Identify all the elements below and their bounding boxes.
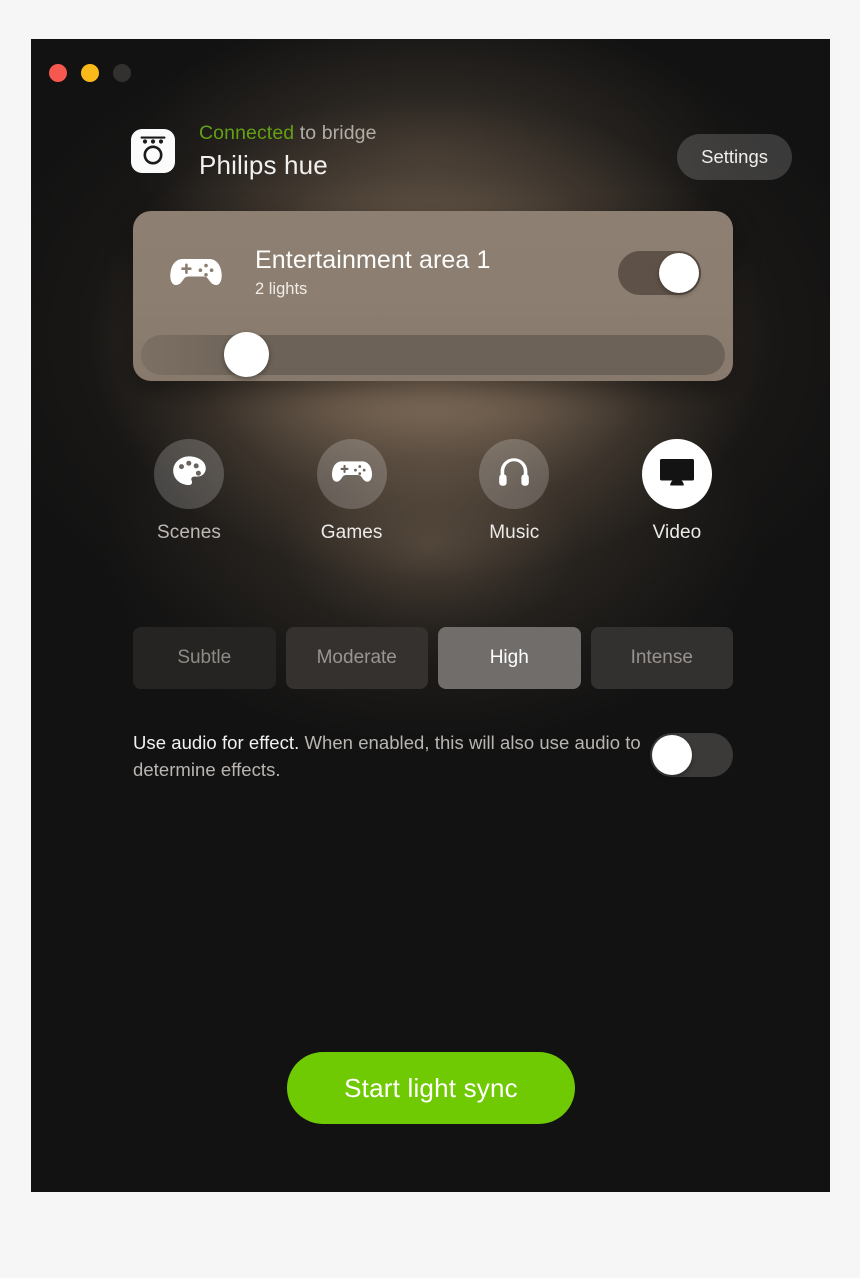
intensity-option-intense[interactable]: Intense <box>590 627 733 689</box>
mode-circle-music <box>479 439 550 509</box>
entertainment-area-card[interactable]: Entertainment area 1 2 lights <box>133 211 733 381</box>
intensity-option-moderate[interactable]: Moderate <box>285 627 428 689</box>
audio-option-title: Use audio for effect. <box>133 732 300 753</box>
mode-item-video[interactable]: Video <box>621 439 733 544</box>
mode-circle-video <box>641 439 712 509</box>
gamepad-icon <box>169 255 223 294</box>
entertainment-power-toggle[interactable] <box>618 251 701 295</box>
brightness-slider[interactable] <box>141 332 725 377</box>
entertainment-titles: Entertainment area 1 2 lights <box>255 245 490 300</box>
mode-label-music: Music <box>489 522 540 543</box>
audio-option-description: Use audio for effect. When enabled, this… <box>133 729 649 783</box>
settings-button[interactable]: Settings <box>677 134 792 180</box>
palette-icon <box>170 453 208 496</box>
intensity-option-high[interactable]: High <box>438 627 581 689</box>
bridge-status-connected: Connected <box>199 122 295 144</box>
mode-circle-games <box>316 439 387 509</box>
start-light-sync-button[interactable]: Start light sync <box>287 1052 575 1124</box>
entertainment-area-name: Entertainment area 1 <box>255 246 491 274</box>
philips-hue-logo-icon <box>131 129 175 173</box>
mode-item-music[interactable]: Music <box>458 439 570 544</box>
mode-label-video: Video <box>652 522 702 543</box>
toggle-knob <box>652 735 692 775</box>
app-header: Connected to bridge Philips hue Settings <box>131 120 792 182</box>
entertainment-light-count: 2 lights <box>255 280 308 298</box>
brightness-slider-knob[interactable] <box>224 332 269 377</box>
bridge-status-rest: to bridge <box>294 122 377 144</box>
header-text-block: Connected to bridge Philips hue <box>199 120 377 182</box>
audio-option-row: Use audio for effect. When enabled, this… <box>133 729 733 783</box>
intensity-selector: Subtle Moderate High Intense <box>133 627 733 689</box>
close-button-icon[interactable] <box>49 64 67 82</box>
intensity-option-subtle[interactable]: Subtle <box>133 627 276 689</box>
mode-selector: Scenes Games Music Video <box>133 439 733 544</box>
app-window: Connected to bridge Philips hue Settings <box>31 39 830 1192</box>
headphones-icon <box>495 453 533 496</box>
gamepad-icon <box>331 458 373 490</box>
mode-circle-scenes <box>154 439 224 509</box>
toggle-knob <box>659 253 699 293</box>
brand-title: Philips hue <box>199 150 328 180</box>
audio-for-effect-toggle[interactable] <box>650 733 733 777</box>
minimize-button-icon[interactable] <box>81 64 99 82</box>
monitor-icon <box>657 455 697 494</box>
mode-item-games[interactable]: Games <box>296 439 408 544</box>
bridge-status: Connected to bridge <box>199 120 377 146</box>
window-controls <box>49 64 131 82</box>
mode-label-scenes: Scenes <box>157 522 221 543</box>
maximize-button-icon <box>113 64 131 82</box>
mode-item-scenes[interactable]: Scenes <box>133 439 245 544</box>
mode-label-games: Games <box>320 522 383 543</box>
